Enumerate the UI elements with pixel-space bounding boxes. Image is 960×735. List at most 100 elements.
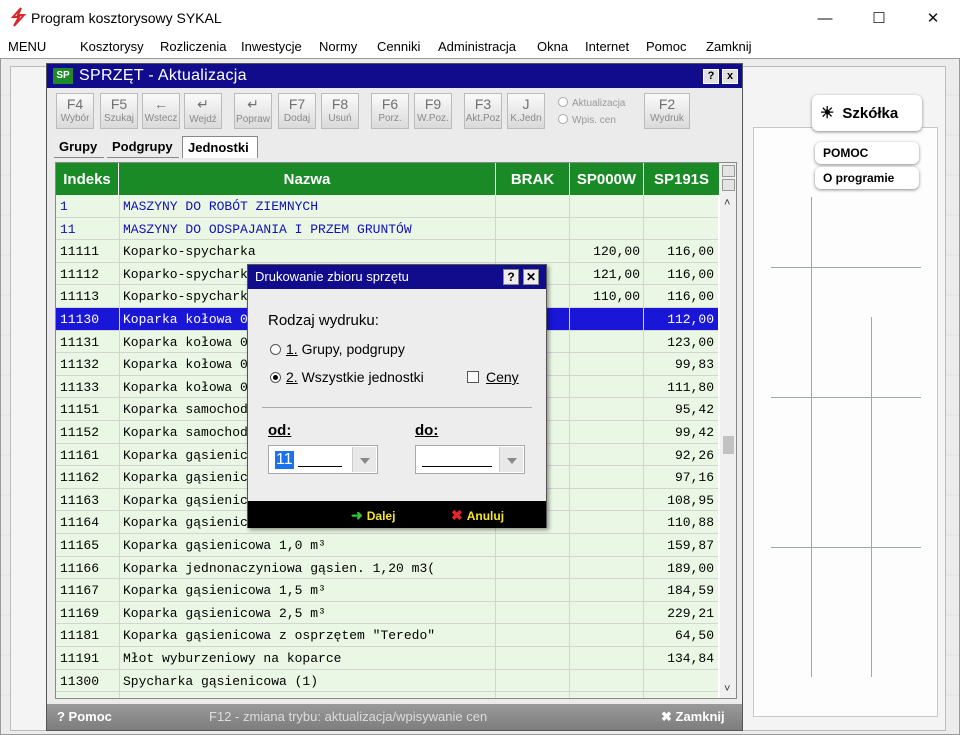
do-dropdown-arrow-icon[interactable] [499,447,523,472]
wpoz-button[interactable]: F9 W.Poz. [414,93,452,129]
table-row[interactable]: 11165 Koparka gąsienicowa 1,0 m³ 159,87 [56,534,718,557]
tab-jednostki[interactable]: Jednostki [182,136,258,158]
column-header-sp000w[interactable]: SP000W [570,163,644,195]
grid-scrollbar[interactable]: ˄ ˅ [720,163,736,698]
szkolka-button[interactable]: ☀ Szkółka [812,95,922,131]
menu-item-menu[interactable]: MENU [8,39,46,54]
scroll-last-button[interactable] [722,179,735,191]
row-indeks: 11300 [60,673,100,689]
row-indeks: 11169 [60,605,100,621]
row-sp191s: 134,84 [667,651,714,666]
table-row[interactable]: 11 MASZYNY DO ODSPAJANIA I PRZEM GRUNTÓW [56,218,718,241]
row-indeks: 11132 [60,357,100,373]
row-nazwa: Młot wyburzeniowy na koparce [123,651,342,666]
table-row[interactable]: 11166 Koparka jednonaczyniowa gąsien. 1,2… [56,557,718,580]
table-row[interactable]: 11181 Koparka gąsienicowa z osprzętem "Te… [56,624,718,647]
dodaj-button[interactable]: F7 Dodaj [278,93,316,129]
blueprint-line [771,397,921,398]
table-row[interactable]: 11167 Koparka gąsienicowa 1,5 m³ 184,59 [56,579,718,602]
menu-item-kosztorysy[interactable]: Kosztorysy [80,39,144,54]
row-sp191s: 184,59 [667,583,714,599]
maximize-button[interactable]: ☐ [856,4,902,32]
o-programie-button[interactable]: O programie [815,167,919,189]
menu-item-okna[interactable]: Okna [537,39,568,54]
status-close-button[interactable]: ✖ Zamknij [661,709,725,725]
anuluj-button[interactable]: ✖ Anuluj [451,507,504,524]
usun-button[interactable]: F8 Usuń [321,93,359,129]
row-sp191s: 108,95 [667,492,714,508]
option-groups-radio[interactable]: 1. Grupy, podgrupy [270,341,405,357]
scroll-up-icon[interactable]: ˄ [724,197,730,209]
row-sp000w: 120,00 [593,244,640,260]
print-type-label: Rodzaj wydruku: [268,312,379,329]
porz-button[interactable]: F6 Porz. [371,93,409,129]
od-combobox[interactable]: 11 [268,445,378,474]
row-indeks: 11165 [60,538,100,553]
status-help-button[interactable]: ? Pomoc [57,709,112,724]
table-row[interactable]: 11300 Spycharka gąsienicowa (1) [56,670,718,693]
blueprint-line [811,197,812,677]
minimize-button[interactable]: — [802,4,848,32]
option-all-units-radio[interactable]: 2. Wszystkie jednostki [270,369,424,385]
menu-item-cenniki[interactable]: Cenniki [377,39,420,54]
row-indeks: 11164 [60,515,100,531]
radio-selected-icon [270,372,281,383]
tab-grupy[interactable]: Grupy [54,136,104,158]
print-dialog-titlebar: Drukowanie zbioru sprzętu ? ✕ [248,265,546,289]
table-row[interactable]: 11169 Koparka gąsienicowa 2,5 m³ 229,21 [56,602,718,625]
menu-item-zamknij[interactable]: Zamknij [706,39,752,54]
close-window-button[interactable]: ✕ [910,4,956,32]
menu-item-rozliczenia[interactable]: Rozliczenia [160,39,226,54]
menu-item-normy[interactable]: Normy [319,39,357,54]
od-dropdown-arrow-icon[interactable] [352,447,376,472]
aktpoz-button[interactable]: F3 Akt.Poz [464,93,502,129]
scroll-down-icon[interactable]: ˅ [724,683,730,695]
menu-item-internet[interactable]: Internet [585,39,629,54]
wejdz-button[interactable]: ↵ Wejdź [184,93,222,129]
pomoc-button[interactable]: POMOC [815,142,919,164]
column-divider [643,195,644,698]
column-header-sp191s[interactable]: SP191S [644,163,720,195]
table-row[interactable]: 11191 Młot wyburzeniowy na koparce 134,84 [56,647,718,670]
row-indeks: 11167 [60,583,100,599]
do-combobox[interactable] [415,445,525,474]
scroll-thumb[interactable] [723,436,734,454]
do-underline [422,466,492,467]
column-header-nazwa[interactable]: Nazwa [119,163,496,195]
mode-aktualizacja-radio[interactable]: Aktualizacja [558,97,625,109]
wybor-button[interactable]: F4 Wybór [56,93,94,129]
row-indeks: 11113 [60,289,100,305]
wstecz-button[interactable]: ← Wstecz [142,93,180,129]
dialog-divider [262,407,532,408]
szukaj-button[interactable]: F5 Szukaj [100,93,138,129]
row-indeks: 11133 [60,379,100,395]
print-dialog: Drukowanie zbioru sprzętu ? ✕ Rodzaj wyd… [247,264,547,528]
row-sp191s: 110,88 [667,515,714,531]
dialog-help-button[interactable]: ? [503,269,519,285]
ceny-checkbox[interactable]: Ceny [467,369,519,385]
menu-item-inwestycje[interactable]: Inwestycje [241,39,302,54]
menu-item-pomoc[interactable]: Pomoc [646,39,686,54]
column-header-indeks[interactable]: Indeks [56,163,119,195]
row-sp000w: 121,00 [593,266,640,282]
table-row[interactable]: 1 MASZYNY DO ROBÓT ZIEMNYCH [56,195,718,218]
mode-wpis-cen-radio[interactable]: Wpis. cen [558,114,616,126]
dialog-close-button[interactable]: ✕ [523,269,539,285]
sprzet-help-button[interactable]: ? [703,69,719,84]
dalej-button[interactable]: ➜ Dalej [351,507,395,524]
row-indeks: 11151 [60,402,100,418]
tab-podgrupy[interactable]: Podgrupy [107,136,179,158]
do-label: do: [415,422,439,439]
sprzet-close-button[interactable]: x [722,69,738,84]
table-row[interactable]: 11111 Koparko-spycharka 120,00 116,00 [56,240,718,263]
row-sp191s: 189,00 [667,560,714,576]
kjedn-button[interactable]: J K.Jedn [507,93,545,129]
menu-item-administracja[interactable]: Administracja [438,39,516,54]
wydruk-button[interactable]: F2 Wydruk [644,93,690,129]
column-header-brak[interactable]: BRAK [496,163,570,195]
od-value[interactable]: 11 [275,451,294,469]
row-sp191s: 112,00 [667,312,714,327]
popraw-button[interactable]: ↵ Popraw [234,93,272,129]
column-divider [569,195,570,698]
scroll-first-button[interactable] [722,165,735,177]
